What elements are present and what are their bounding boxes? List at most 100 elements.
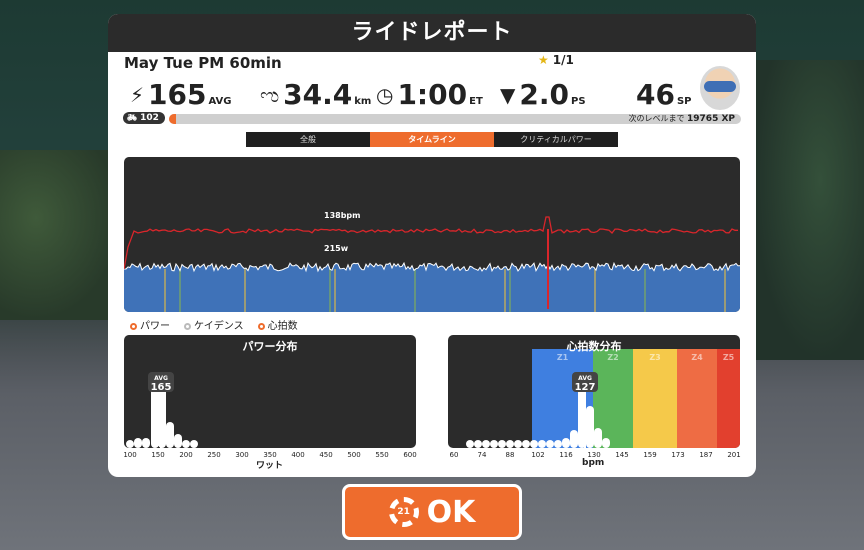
hr-zone-label: Z1 [557,353,569,362]
zone-stripe [594,269,596,312]
route-icon: ಌ [260,83,280,107]
tab-overview[interactable]: 全般 [246,132,370,147]
hr-spike [547,229,549,309]
achievement-badge: ★ 1/1 [538,53,574,67]
stat-power: ⚡ 165 AVG [130,78,232,111]
tick-label: 200 [179,451,193,459]
ride-report-panel: ライドレポート May Tue PM 60min ★ 1/1 ⚡ 165 AVG … [108,14,756,477]
timeline-svg: 138bpm 215w [124,211,740,312]
countdown-icon: 21 [388,497,419,527]
dist-bar [594,428,602,448]
hr-zone-band [633,349,677,448]
hr-toggle-icon [257,323,265,330]
dist-bar [546,440,554,448]
stat-time: ◷ 1:00 ET [376,78,483,111]
zone-stripe [179,269,181,312]
hr-zone-label: Z5 [723,353,735,362]
stat-pace: ▼ 2.0 PS [500,78,586,111]
tick-label: 450 [319,451,333,459]
clock-icon: ◷ [376,83,394,107]
tick-label: 201 [727,451,741,459]
glasses-icon [704,81,736,92]
dist-bar [490,440,498,448]
ok-button[interactable]: 21 OK [342,484,522,540]
report-tabs: 全般 タイムライン クリティカルパワー [246,132,618,147]
timeline-legend: パワー ケイデンス 心拍数 [130,317,298,332]
legend-power-label: パワー [140,321,170,332]
distance-value: 34.4 [283,78,353,111]
dist-bar [474,440,482,448]
dist-bar [498,440,506,448]
ride-name: May Tue PM 60min [124,54,282,72]
tick-label: 60 [449,451,459,459]
tick-label: 300 [235,451,249,459]
tick-label: 500 [347,451,361,459]
dist-bar [482,440,490,448]
tick-label: 88 [505,451,515,459]
tick-label: 187 [699,451,713,459]
dist-bar [151,388,159,448]
power-value: 165 [148,78,207,111]
level-value: 102 [140,113,159,123]
zone-stripe [504,269,506,312]
countdown-value: 21 [397,507,410,517]
xp-progress-bar: 次のレベルまで 19765 XP [169,114,741,124]
power-toggle-icon [130,323,137,330]
dist-bar [570,430,578,448]
power-dist-xlabel: ワット [256,461,284,471]
tick-label: 145 [615,451,629,459]
tick-label: 102 [531,451,545,459]
hr-zone-label: Z4 [691,353,703,362]
distance-unit: km [354,96,372,107]
tab-critical-power[interactable]: クリティカルパワー [494,132,618,147]
hr-dist-title: 心拍数分布 [566,340,622,353]
dist-bar [538,440,546,448]
avg-label: AVG [154,375,168,382]
dist-bar [166,422,174,448]
legend-hr-label: 心拍数 [267,321,298,332]
dist-bar [514,440,522,448]
sp-unit: SP [676,96,692,107]
dist-bar [506,440,514,448]
tick-label: 74 [477,451,487,459]
pace-icon: ▼ [500,83,516,107]
tick-label: 250 [207,451,221,459]
dist-bar [602,438,610,448]
stat-distance: ಌ 34.4 km [260,78,371,111]
zone-stripe [644,269,646,312]
sp-value: 46 [636,78,675,111]
cadence-toggle-icon [184,323,191,330]
tab-timeline[interactable]: タイムライン [370,132,494,147]
zone-stripe [164,269,166,312]
star-icon: ★ [538,53,549,67]
xp-progress-fill [169,114,176,124]
tick-label: 100 [123,451,137,459]
background-hill-right [754,60,864,360]
dist-bar [134,438,142,448]
avatar[interactable] [700,66,740,110]
hr-zone-band [717,349,740,448]
legend-hr[interactable]: 心拍数 [257,317,298,332]
dist-bar [530,440,538,448]
lightning-icon: ⚡ [130,83,145,107]
time-value: 1:00 [397,78,468,111]
hr-distribution-chart: Z1 Z2 Z3 Z4 Z5 AVG 127 心拍数分布 [448,335,740,448]
zone-stripe [509,269,511,312]
zone-stripe [414,269,416,312]
dist-bar [554,440,562,448]
tick-label: 173 [671,451,685,459]
legend-power[interactable]: パワー [130,317,170,332]
dist-bar [522,440,530,448]
hr-line [124,216,738,270]
hr-zone-band [677,349,717,448]
power-unit: AVG [208,96,232,107]
time-unit: ET [469,96,483,107]
tick-label: 400 [291,451,305,459]
avg-label: AVG [578,375,592,382]
legend-cadence[interactable]: ケイデンス [184,317,244,332]
hr-zone-label: Z2 [607,353,618,362]
hr-dist-xlabel: bpm [582,458,605,468]
tick-label: 550 [375,451,389,459]
xp-remaining: 次のレベルまで 19765 XP [628,114,735,124]
level-badge: 🚲︎ 102 [123,112,165,124]
